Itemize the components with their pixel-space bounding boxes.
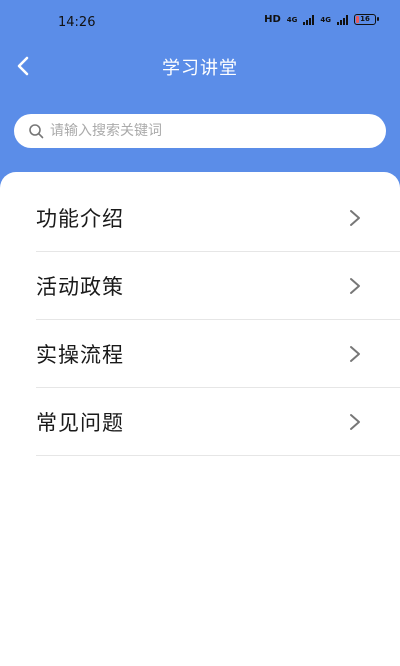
network-label: HD bbox=[264, 14, 281, 25]
search-icon bbox=[29, 124, 44, 139]
menu-item-label: 功能介绍 bbox=[36, 206, 124, 231]
chevron-right-icon bbox=[350, 414, 360, 430]
signal-strength-icon bbox=[337, 14, 348, 25]
signal-strength-icon bbox=[303, 14, 315, 25]
search-bar[interactable] bbox=[14, 114, 386, 148]
chevron-right-icon bbox=[350, 278, 360, 294]
menu-item-process[interactable]: 实操流程 bbox=[36, 320, 400, 388]
menu-item-faq[interactable]: 常见问题 bbox=[36, 388, 400, 456]
search-input[interactable] bbox=[50, 123, 370, 139]
battery-icon: 16 bbox=[354, 14, 379, 25]
signal-1-label: 4G bbox=[286, 15, 298, 24]
menu-item-label: 实操流程 bbox=[36, 342, 124, 367]
menu-item-policy[interactable]: 活动政策 bbox=[36, 252, 400, 320]
status-icons: HD 4G 4G 16 bbox=[264, 14, 379, 25]
chevron-right-icon bbox=[350, 346, 360, 362]
signal-2-label: 4G bbox=[320, 15, 331, 24]
menu-list: 功能介绍 活动政策 实操流程 常见问题 bbox=[36, 184, 400, 456]
battery-fill bbox=[356, 16, 360, 23]
page-title: 学习讲堂 bbox=[162, 58, 238, 79]
menu-item-features[interactable]: 功能介绍 bbox=[36, 184, 400, 252]
content-card: 功能介绍 活动政策 实操流程 常见问题 bbox=[0, 172, 400, 666]
menu-item-label: 常见问题 bbox=[36, 410, 124, 435]
menu-item-label: 活动政策 bbox=[36, 274, 124, 299]
chevron-right-icon bbox=[350, 210, 360, 226]
status-bar: 14:26 HD 4G 4G 16 bbox=[0, 0, 400, 40]
battery-level: 16 bbox=[360, 15, 370, 23]
nav-bar: 学习讲堂 bbox=[0, 44, 400, 88]
status-time: 14:26 bbox=[58, 15, 96, 30]
